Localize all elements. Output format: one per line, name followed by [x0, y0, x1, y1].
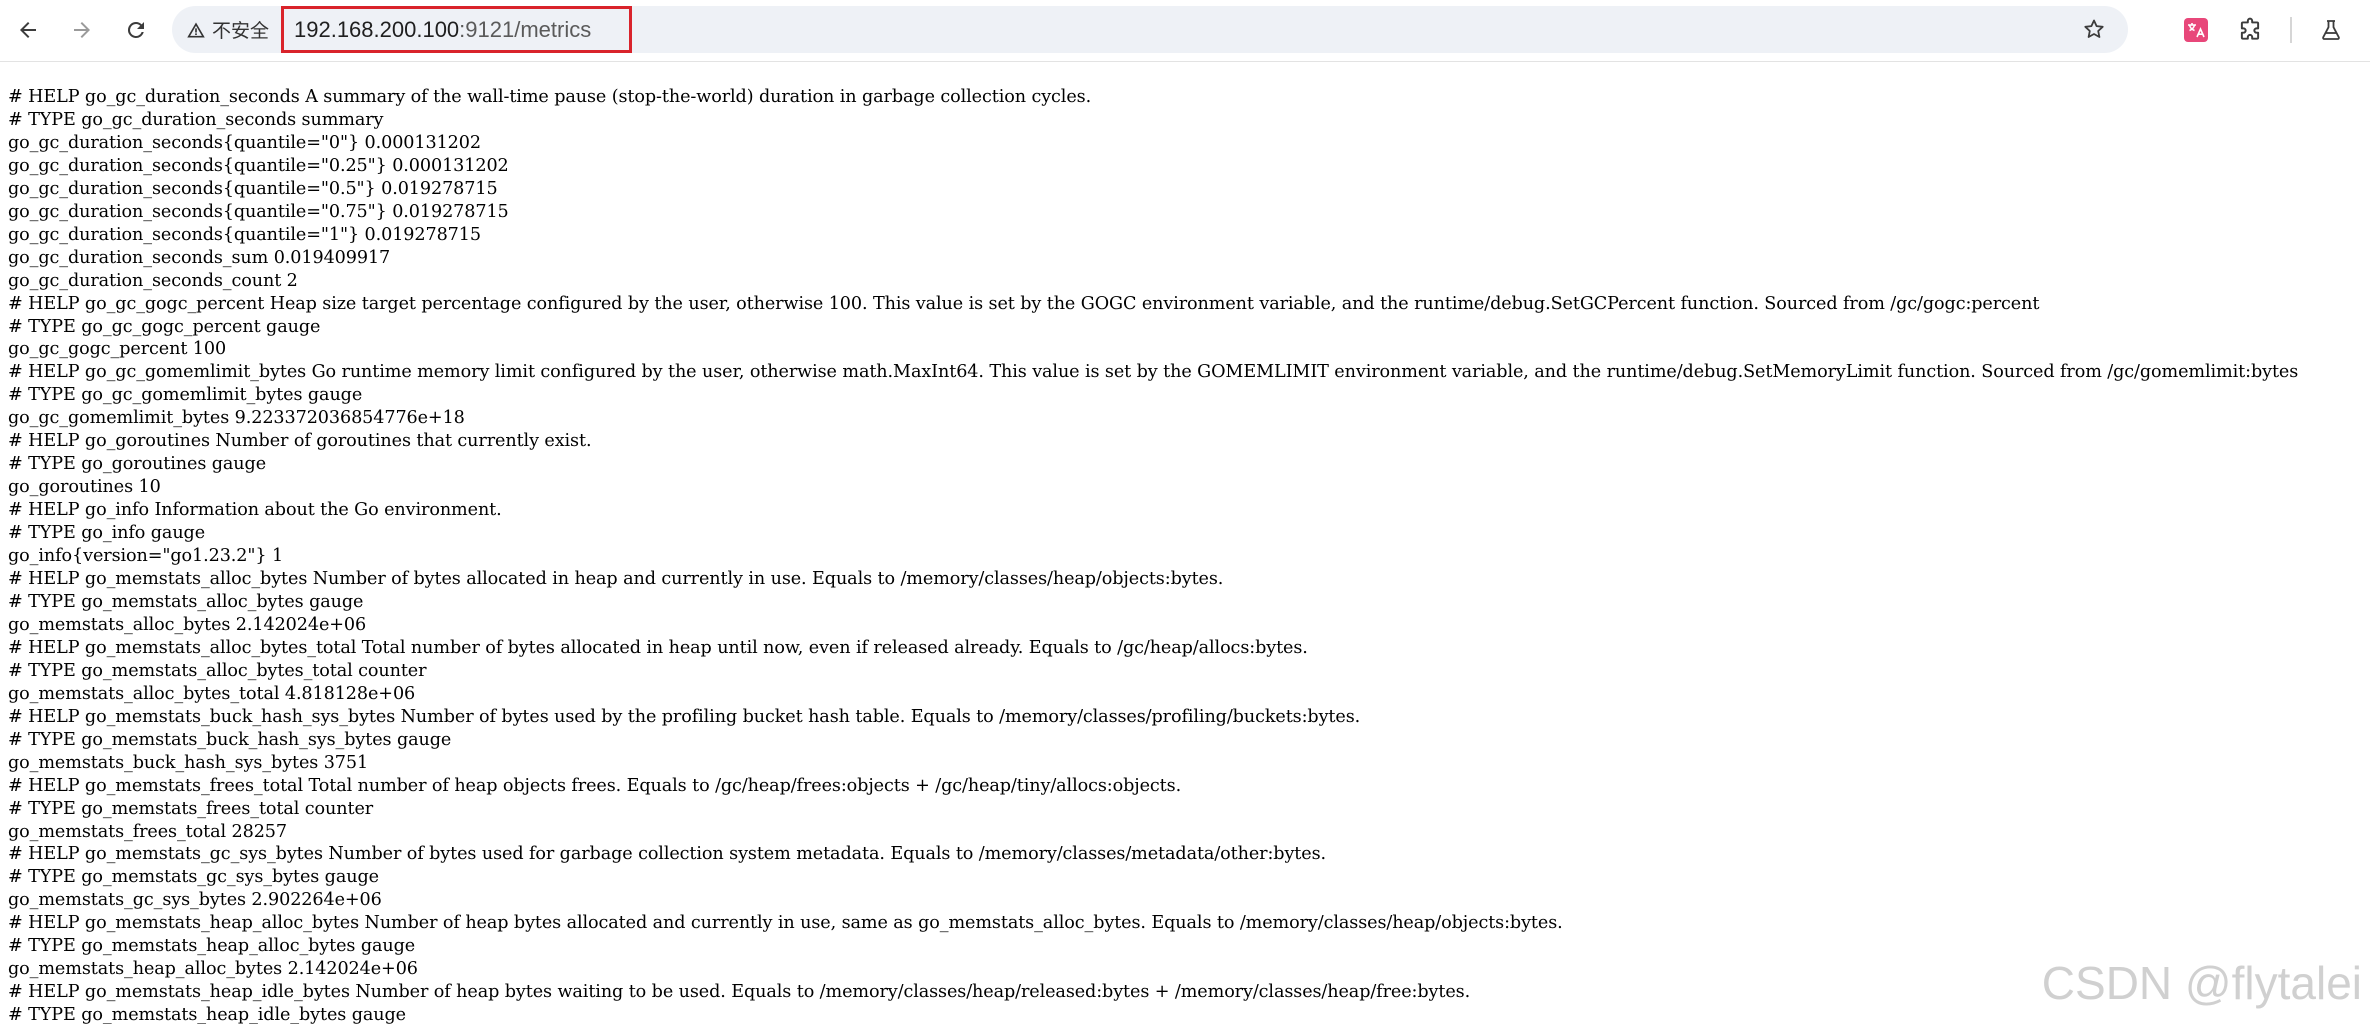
metrics-line: # TYPE go_memstats_alloc_bytes_total cou…: [8, 660, 427, 681]
metrics-line: go_memstats_frees_total 28257: [8, 821, 287, 842]
metrics-line: # TYPE go_goroutines gauge: [8, 454, 267, 475]
metrics-line: # HELP go_memstats_heap_idle_bytes Numbe…: [8, 982, 1471, 1003]
metrics-line: # TYPE go_memstats_frees_total counter: [8, 798, 374, 819]
metrics-line: go_memstats_buck_hash_sys_bytes 3751: [8, 752, 369, 773]
metrics-line: # HELP go_gc_gomemlimit_bytes Go runtime…: [8, 362, 2299, 383]
toolbar-divider: [2290, 17, 2292, 43]
browser-toolbar: 不安全 192.168.200.100:9121/metrics: [0, 0, 2370, 62]
metrics-line: go_gc_duration_seconds{quantile="0"} 0.0…: [8, 132, 481, 153]
bookmark-button[interactable]: [2074, 9, 2114, 49]
url-input[interactable]: 192.168.200.100:9121/metrics: [294, 6, 591, 53]
metrics-line: # HELP go_memstats_frees_total Total num…: [8, 775, 1182, 796]
metrics-line: go_info{version="go1.23.2"} 1: [8, 546, 284, 567]
metrics-line: go_goroutines 10: [8, 477, 161, 498]
arrow-left-icon: [20, 22, 36, 38]
metrics-line: go_gc_gomemlimit_bytes 9.223372036854776…: [8, 408, 465, 429]
forward-button[interactable]: [62, 10, 102, 50]
metrics-line: # TYPE go_memstats_heap_idle_bytes gauge: [8, 1005, 406, 1024]
watermark: CSDN @flytalei: [2041, 957, 2362, 1009]
metrics-line: # TYPE go_memstats_heap_alloc_bytes gaug…: [8, 936, 416, 957]
warning-triangle-icon: [187, 22, 205, 37]
translate-button[interactable]: [2176, 10, 2216, 50]
security-label: 不安全: [212, 21, 270, 42]
reload-icon: [127, 21, 144, 38]
metrics-line: # TYPE go_memstats_alloc_bytes gauge: [8, 591, 364, 612]
security-chip[interactable]: 不安全: [186, 6, 269, 53]
metrics-line: # HELP go_gc_gogc_percent Heap size targ…: [8, 293, 2040, 314]
metrics-line: # TYPE go_memstats_gc_sys_bytes gauge: [8, 867, 379, 888]
metrics-line: # TYPE go_gc_duration_seconds summary: [8, 109, 384, 130]
metrics-line: go_gc_gogc_percent 100: [8, 339, 227, 360]
metrics-line: go_gc_duration_seconds{quantile="0.25"} …: [8, 155, 509, 176]
metrics-text: # HELP go_gc_duration_seconds A summary …: [0, 62, 2370, 1024]
metrics-line: go_memstats_heap_alloc_bytes 2.142024e+0…: [8, 959, 418, 980]
metrics-line: go_gc_duration_seconds_sum 0.019409917: [8, 247, 391, 268]
metrics-line: # HELP go_gc_duration_seconds A summary …: [8, 87, 1092, 107]
extensions-button[interactable]: [2230, 10, 2270, 50]
flask-icon: [2322, 20, 2340, 40]
metrics-line: go_gc_duration_seconds{quantile="0.5"} 0…: [8, 178, 498, 199]
metrics-line: # HELP go_info Information about the Go …: [8, 500, 502, 521]
metrics-line: go_gc_duration_seconds_count 2: [8, 270, 298, 291]
address-bar[interactable]: 不安全 192.168.200.100:9121/metrics: [172, 6, 2128, 53]
metrics-line: go_memstats_gc_sys_bytes 2.902264e+06: [8, 890, 382, 911]
page-content: # HELP go_gc_duration_seconds A summary …: [0, 62, 2370, 1024]
metrics-line: # TYPE go_gc_gogc_percent gauge: [8, 316, 321, 337]
metrics-line: # TYPE go_memstats_buck_hash_sys_bytes g…: [8, 729, 452, 750]
metrics-line: # HELP go_memstats_alloc_bytes_total Tot…: [8, 637, 1308, 658]
metrics-line: # TYPE go_gc_gomemlimit_bytes gauge: [8, 385, 363, 406]
back-button[interactable]: [8, 10, 48, 50]
metrics-line: # HELP go_memstats_heap_alloc_bytes Numb…: [8, 913, 1563, 934]
puzzle-icon: [2240, 17, 2260, 40]
metrics-line: go_gc_duration_seconds{quantile="1"} 0.0…: [8, 224, 481, 245]
reload-button[interactable]: [116, 10, 156, 50]
metrics-line: # HELP go_memstats_buck_hash_sys_bytes N…: [8, 706, 1361, 727]
labs-button[interactable]: [2311, 10, 2351, 50]
translate-icon: [2184, 18, 2208, 42]
url-host: 192.168.200.100: [294, 17, 460, 42]
metrics-line: # TYPE go_info gauge: [8, 523, 206, 544]
metrics-line: go_memstats_alloc_bytes_total 4.818128e+…: [8, 683, 416, 704]
arrow-right-icon: [74, 22, 90, 38]
metrics-line: go_gc_duration_seconds{quantile="0.75"} …: [8, 201, 509, 222]
metrics-line: # HELP go_memstats_alloc_bytes Number of…: [8, 569, 1224, 590]
star-icon: [2084, 19, 2104, 38]
metrics-line: # HELP go_goroutines Number of goroutine…: [8, 431, 592, 452]
metrics-line: go_memstats_alloc_bytes 2.142024e+06: [8, 614, 367, 635]
metrics-line: # HELP go_memstats_gc_sys_bytes Number o…: [8, 844, 1326, 865]
url-path: :9121/metrics: [459, 17, 592, 42]
